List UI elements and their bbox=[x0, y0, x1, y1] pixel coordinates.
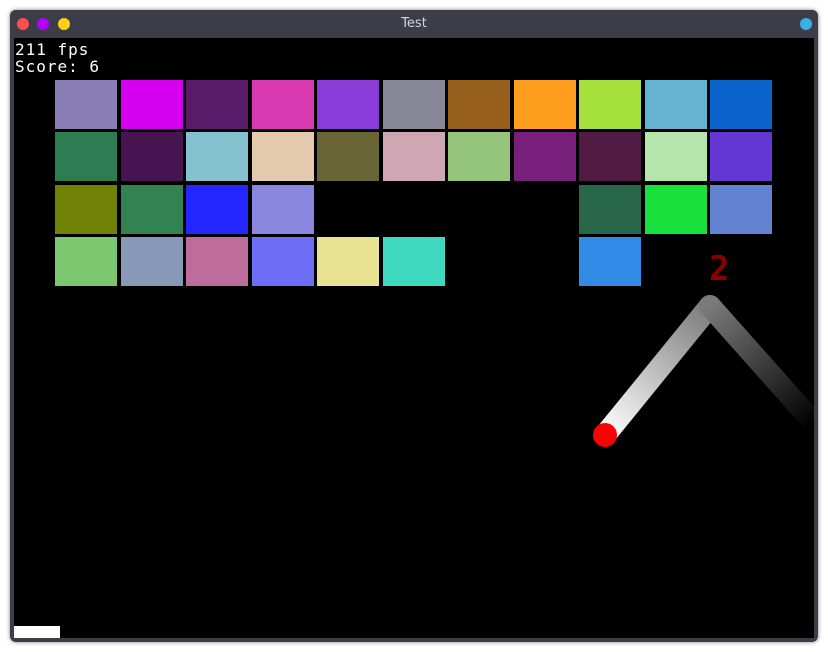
trail-segment bbox=[594, 295, 721, 446]
ball bbox=[593, 423, 617, 447]
window-title: Test bbox=[401, 16, 427, 31]
game-canvas[interactable]: 211 fps Score: 6 2 bbox=[14, 38, 814, 638]
ball-trail bbox=[594, 295, 814, 446]
score-popup: 2 bbox=[709, 249, 730, 289]
game-window: Test 211 fps Score: 6 2 bbox=[10, 10, 818, 642]
title-bar: Test bbox=[10, 10, 818, 38]
trail-segment bbox=[699, 295, 814, 434]
paddle[interactable] bbox=[14, 626, 60, 638]
keep-above-button[interactable] bbox=[800, 18, 812, 30]
